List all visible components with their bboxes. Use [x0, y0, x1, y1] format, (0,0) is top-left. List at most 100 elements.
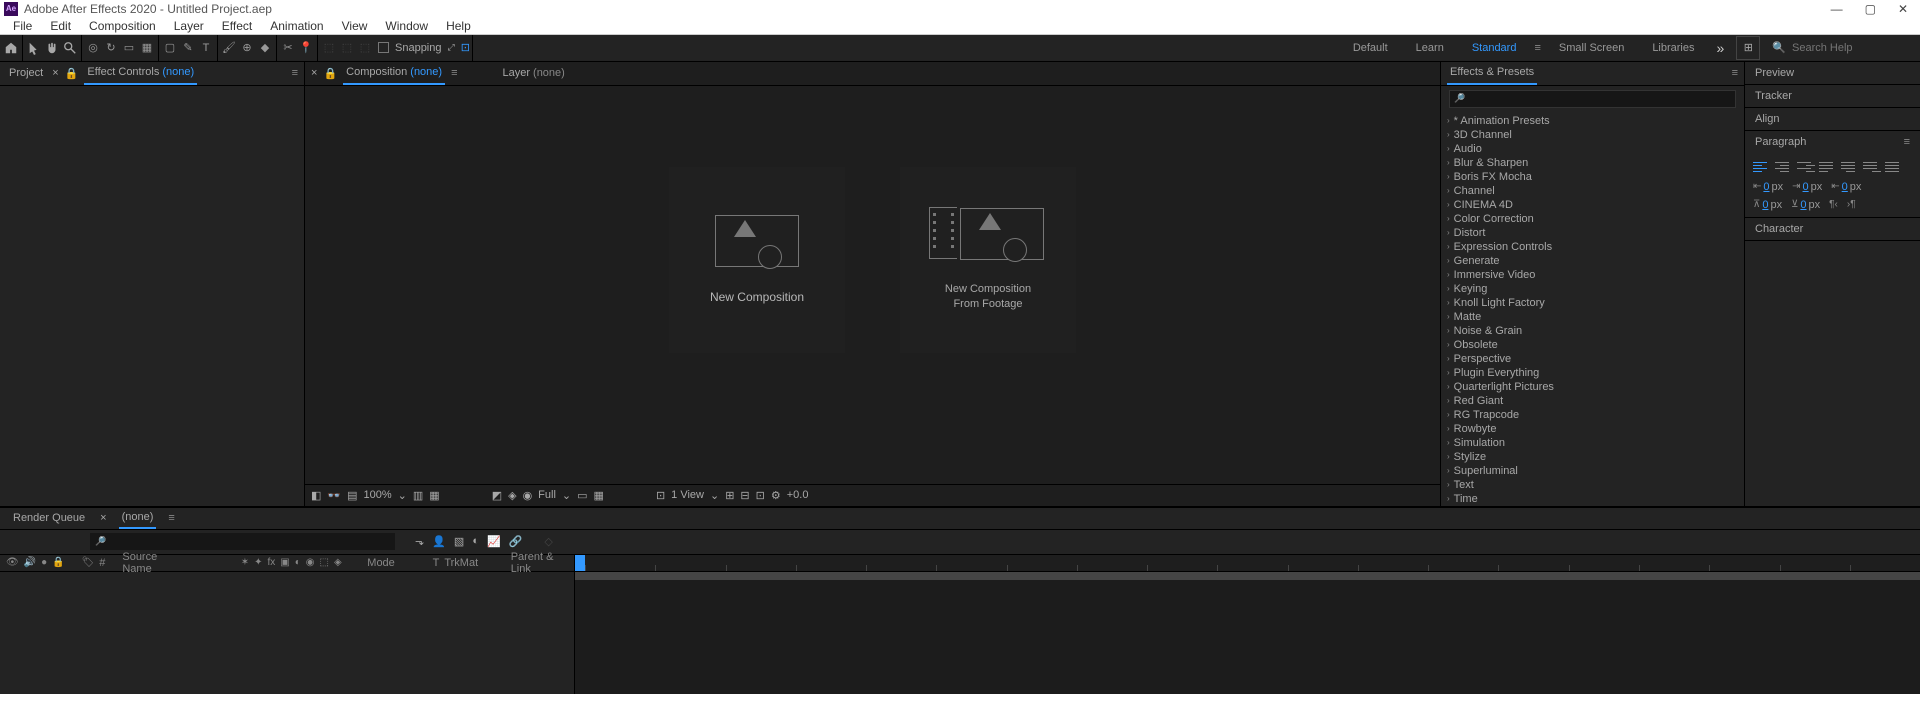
label-column-icon[interactable]: 🏷 — [82, 557, 95, 568]
indent-right-value[interactable]: 0 — [1842, 181, 1848, 193]
new-composition-button[interactable]: New Composition — [669, 167, 845, 353]
effect-category-superluminal[interactable]: ›Superluminal — [1441, 464, 1744, 478]
indent-first-value[interactable]: 0 — [1803, 181, 1809, 193]
composition-lock-icon[interactable]: 🔒 — [323, 67, 337, 80]
selection-tool[interactable] — [25, 38, 43, 58]
shy-icon[interactable]: 👤 — [432, 535, 446, 548]
effect-category--animation-presets[interactable]: ›* Animation Presets — [1441, 114, 1744, 128]
effect-category-audio[interactable]: ›Audio — [1441, 142, 1744, 156]
roto-brush-tool[interactable]: ✂ — [279, 38, 297, 58]
workspace-default[interactable]: Default — [1339, 35, 1402, 61]
text-direction-rtl[interactable]: ›¶ — [1847, 199, 1856, 210]
rectangle-tool[interactable]: ▢ — [161, 38, 179, 58]
view-icon[interactable]: ▦ — [594, 489, 604, 502]
motion-blur-icon[interactable]: ◐ — [472, 535, 479, 548]
justify-left-button[interactable] — [1819, 159, 1837, 175]
timeline-tab-menu-icon[interactable]: ≡ — [168, 512, 174, 524]
resolution-chevron-icon[interactable]: ⌄ — [562, 489, 571, 502]
effect-category-quarterlight-pictures[interactable]: ›Quarterlight Pictures — [1441, 380, 1744, 394]
puppet-tool[interactable]: 📍 — [297, 38, 315, 58]
paragraph-menu-icon[interactable]: ≡ — [1904, 136, 1910, 148]
effect-category-boris-fx-mocha[interactable]: ›Boris FX Mocha — [1441, 170, 1744, 184]
timeline-playhead[interactable] — [575, 555, 585, 571]
workspace-standard[interactable]: Standard — [1458, 35, 1531, 61]
trkmat-column[interactable]: T — [433, 557, 440, 569]
justify-center-button[interactable] — [1841, 159, 1859, 175]
justify-all-button[interactable] — [1885, 159, 1903, 175]
resolution-dropdown[interactable]: Full — [538, 489, 556, 501]
effect-controls-lock-icon[interactable]: 🔒 — [65, 67, 79, 80]
indent-left-value[interactable]: 0 — [1763, 181, 1769, 193]
3d-icon[interactable]: 👓 — [327, 489, 341, 502]
effect-category-stylize[interactable]: ›Stylize — [1441, 450, 1744, 464]
reset-workspace-button[interactable]: ⊞ — [1736, 36, 1760, 60]
switches-icon-1[interactable]: ✶ — [241, 557, 249, 568]
composition-tab[interactable]: Composition (none) — [343, 62, 445, 85]
effect-category-simulation[interactable]: ›Simulation — [1441, 436, 1744, 450]
timeline-ruler[interactable] — [575, 555, 1920, 571]
search-help-input[interactable] — [1792, 42, 1912, 54]
new-composition-from-footage-button[interactable]: New Composition From Footage — [900, 167, 1076, 353]
workspace-libraries[interactable]: Libraries — [1638, 35, 1708, 61]
mode-column[interactable]: Mode — [367, 557, 395, 569]
resolution-icon[interactable]: ▥ — [413, 489, 423, 502]
transparency-grid-icon[interactable]: ◩ — [492, 489, 502, 502]
timecode-icon[interactable]: ⊡ — [656, 489, 665, 502]
effect-category-expression-controls[interactable]: ›Expression Controls — [1441, 240, 1744, 254]
home-tool[interactable] — [2, 38, 20, 58]
effect-category-color-correction[interactable]: ›Color Correction — [1441, 212, 1744, 226]
align-panel-header[interactable]: Align — [1745, 108, 1920, 130]
space-before-value[interactable]: 0 — [1762, 199, 1768, 211]
effect-category-distort[interactable]: ›Distort — [1441, 226, 1744, 240]
effect-category-rowbyte[interactable]: ›Rowbyte — [1441, 422, 1744, 436]
solo-column-icon[interactable]: ● — [41, 557, 47, 568]
rotation-tool[interactable]: ↻ — [102, 38, 120, 58]
project-tab[interactable]: Project — [6, 62, 46, 85]
snapping-bounds-icon[interactable]: ⊡ — [461, 41, 470, 54]
workspace-menu-icon[interactable]: ≡ — [1530, 42, 1544, 54]
zoom-tool[interactable] — [61, 38, 79, 58]
workspace-learn[interactable]: Learn — [1402, 35, 1458, 61]
eraser-tool[interactable]: ◆ — [256, 38, 274, 58]
mask-icon[interactable]: ◈ — [508, 489, 516, 502]
justify-right-button[interactable] — [1863, 159, 1881, 175]
effects-search-input[interactable] — [1469, 93, 1731, 104]
effect-category-text[interactable]: ›Text — [1441, 478, 1744, 492]
fast-preview-icon[interactable]: ⚙ — [771, 489, 781, 502]
effect-category-rg-trapcode[interactable]: ›RG Trapcode — [1441, 408, 1744, 422]
menu-file[interactable]: File — [4, 19, 41, 33]
effect-category-generate[interactable]: ›Generate — [1441, 254, 1744, 268]
effect-category-channel[interactable]: ›Channel — [1441, 184, 1744, 198]
render-queue-tab[interactable]: Render Queue — [10, 508, 88, 529]
brush-tool[interactable]: 🖌 — [220, 38, 238, 58]
marker-icon[interactable]: ◇ — [544, 535, 552, 548]
align-center-button[interactable] — [1775, 159, 1793, 175]
menu-help[interactable]: Help — [437, 19, 480, 33]
snapping-checkbox[interactable] — [378, 42, 389, 53]
effect-category-immersive-video[interactable]: ›Immersive Video — [1441, 268, 1744, 282]
indent-right-field[interactable]: ⇤0px — [1831, 181, 1861, 193]
timeline-zoom-scrollbar[interactable] — [575, 572, 1920, 580]
effect-category-red-giant[interactable]: ›Red Giant — [1441, 394, 1744, 408]
space-before-field[interactable]: ⊼0px — [1753, 199, 1782, 211]
lock-column-icon[interactable]: 🔒 — [52, 557, 64, 568]
maximize-button[interactable]: ▢ — [1865, 2, 1876, 16]
hand-tool[interactable] — [43, 38, 61, 58]
effect-category-cinema-4d[interactable]: ›CINEMA 4D — [1441, 198, 1744, 212]
project-panel-menu-icon[interactable]: ≡ — [292, 67, 298, 79]
menu-animation[interactable]: Animation — [261, 19, 332, 33]
timeline-search-input[interactable] — [106, 536, 390, 548]
switches-icon-2[interactable]: ✦ — [254, 557, 262, 568]
menu-layer[interactable]: Layer — [165, 19, 213, 33]
effect-category-perspective[interactable]: ›Perspective — [1441, 352, 1744, 366]
paragraph-panel-header[interactable]: Paragraph ≡ — [1745, 131, 1920, 153]
effect-category-blur-sharpen[interactable]: ›Blur & Sharpen — [1441, 156, 1744, 170]
behind-tool[interactable]: ▭ — [120, 38, 138, 58]
switches-icon-3[interactable]: fx — [268, 557, 276, 568]
anchor-tool[interactable]: ▦ — [138, 38, 156, 58]
trkmat-column-label[interactable]: TrkMat — [444, 557, 478, 569]
pixel-aspect-icon[interactable]: ◉ — [523, 489, 533, 502]
effect-category-matte[interactable]: ›Matte — [1441, 310, 1744, 324]
effect-category-3d-channel[interactable]: ›3D Channel — [1441, 128, 1744, 142]
switches-icon-5[interactable]: ◐ — [295, 557, 301, 568]
